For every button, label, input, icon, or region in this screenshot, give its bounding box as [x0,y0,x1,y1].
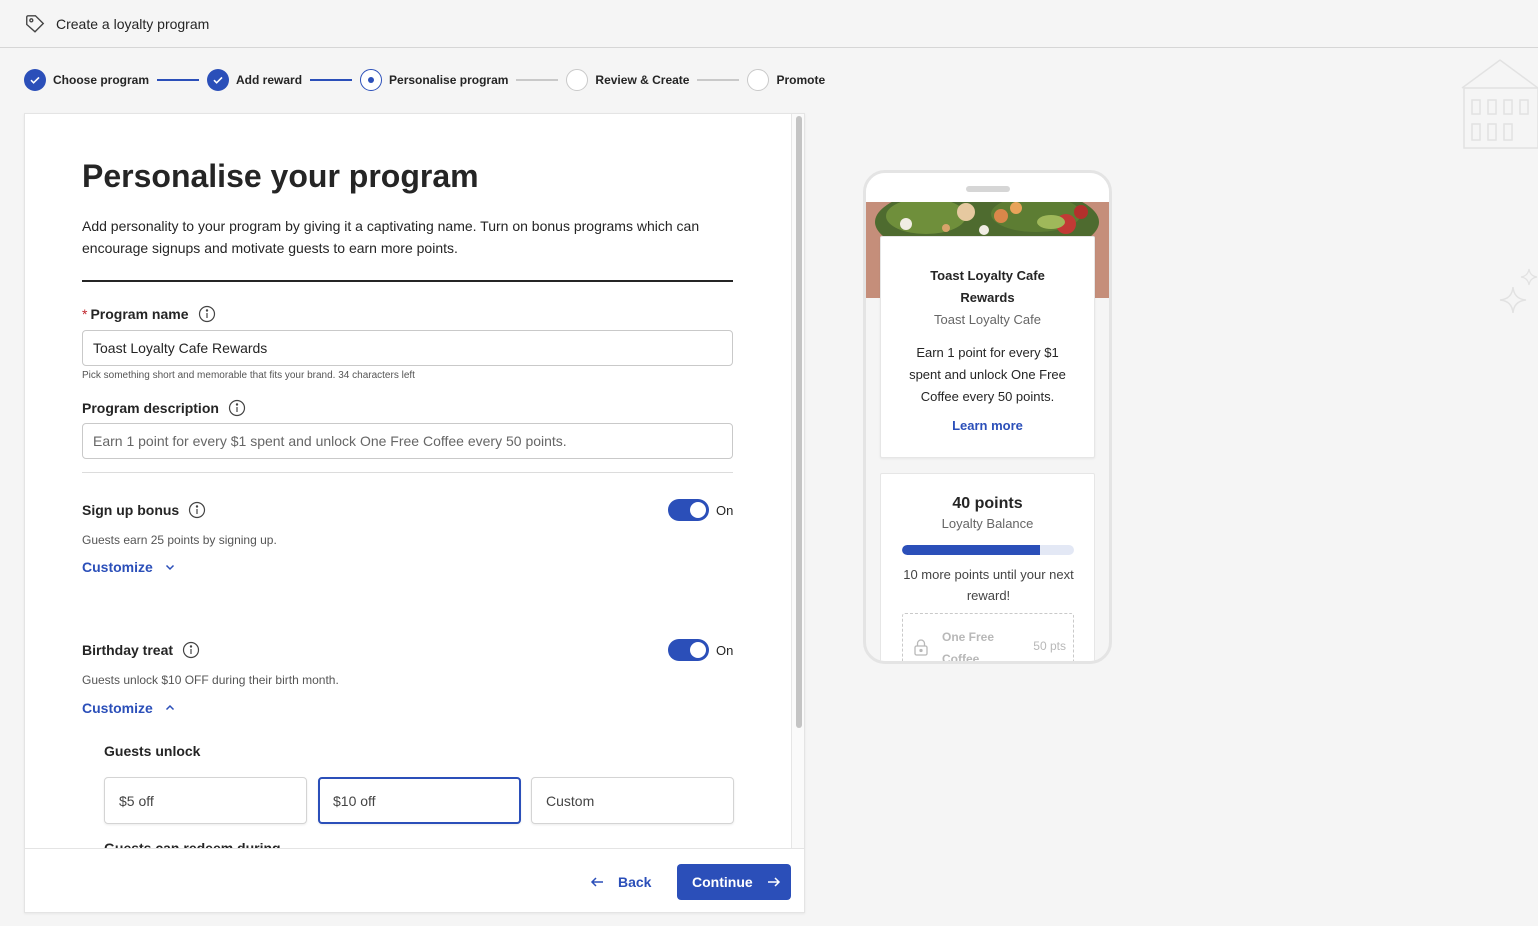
preview-learn-more-link[interactable]: Learn more [881,418,1094,433]
chevron-up-icon [165,704,174,711]
section-divider [82,472,733,473]
program-description-label-text: Program description [82,400,219,416]
preview-balance-card: 40 points Loyalty Balance 10 more points… [880,473,1095,664]
tag-icon [26,14,45,33]
birthday-treat-toggle[interactable] [668,639,709,661]
back-button[interactable]: Back [590,865,651,899]
points-progress-bar [902,545,1074,555]
customize-label: Customize [82,559,153,575]
page-header-title: Create a loyalty program [56,15,210,32]
form-scrollbar[interactable] [791,114,804,848]
signup-bonus-description: Guests earn 25 points by signing up. [82,533,277,547]
phone-notch [966,186,1010,192]
intro-text: Add personality to your program by givin… [82,218,700,256]
step-connector [697,79,740,81]
phone-preview: Toast Loyalty Cafe Rewards Toast Loyalty… [863,170,1112,664]
continue-label: Continue [692,874,753,890]
page-title: Personalise your program [82,158,479,194]
signup-bonus-label: Sign up bonus [82,501,206,519]
birthday-treat-customize-link[interactable]: Customize [82,700,176,716]
preview-progress-text: 10 more points until your next reward! [903,567,1074,603]
birthday-treat-toggle-state: On [716,642,734,658]
preview-reward-points: 50 pts [1033,639,1066,653]
program-description-label: Program description [82,399,246,417]
continue-button[interactable]: Continue [677,864,791,900]
lock-icon [914,639,928,656]
preview-balance-label: Loyalty Balance [941,516,1034,531]
pending-step-icon [747,69,770,91]
step-personalise-program[interactable]: Personalise program [360,69,508,91]
current-step-icon [360,69,383,91]
program-name-label-text: Program name [90,306,189,322]
step-connector [157,79,200,81]
step-review-create[interactable]: Review & Create [566,69,689,91]
points-progress-fill [902,545,1040,555]
check-icon [207,69,230,91]
check-icon [24,69,46,91]
step-label: Add reward [236,73,303,87]
step-label: Choose program [53,73,150,87]
signup-bonus-toggle-group: On [668,499,733,521]
birthday-treat-label-text: Birthday treat [82,642,174,658]
arrow-left-icon [590,877,603,887]
scrollbar-thumb[interactable] [796,116,802,728]
personalise-form-card: Personalise your program Add personality… [24,113,805,913]
preview-cafe-name: Toast Loyalty Cafe [934,312,1041,327]
arrow-right-icon [767,877,780,887]
chevron-down-icon [165,564,174,571]
form-footer: Back Continue [25,848,804,912]
step-promote[interactable]: Promote [747,69,825,91]
program-name-input[interactable] [82,330,733,366]
info-icon[interactable] [188,501,206,519]
step-label: Personalise program [389,73,509,87]
sparkle-icon [1499,286,1527,314]
signup-bonus-toggle[interactable] [668,499,709,521]
preview-description: Earn 1 point for every $1 spent and unlo… [909,345,1066,404]
step-connector [516,79,559,81]
storefront-illustration-icon [1461,59,1538,149]
top-bar: Create a loyalty program [0,0,1538,48]
step-label: Review & Create [595,73,690,87]
step-add-reward[interactable]: Add reward [207,69,302,91]
program-name-hint: Pick something short and memorable that … [82,370,415,381]
customize-label: Customize [82,700,153,716]
required-mark: * [82,306,88,322]
step-choose-program[interactable]: Choose program [24,69,149,91]
step-label: Promote [776,73,826,87]
birthday-treat-toggle-group: On [668,639,733,661]
guests-unlock-label: Guests unlock [104,743,201,759]
back-label: Back [618,874,652,890]
preview-reward-tile: One Free Coffee 50 pts [902,613,1074,664]
info-icon[interactable] [198,305,216,323]
option-10-off[interactable]: $10 off [318,777,521,824]
birthday-treat-label: Birthday treat [82,641,200,659]
signup-bonus-customize-link[interactable]: Customize [82,559,176,575]
step-connector [310,79,353,81]
signup-bonus-toggle-state: On [716,502,734,518]
program-description-input[interactable] [82,423,733,459]
option-custom[interactable]: Custom [531,777,734,824]
preview-reward-name: One Free Coffee [942,630,995,664]
preview-program-card: Toast Loyalty Cafe Rewards Toast Loyalty… [880,236,1095,458]
preview-program-name: Toast Loyalty Cafe Rewards [930,268,1045,305]
preview-balance-points: 40 points [952,495,1023,512]
info-icon[interactable] [228,399,246,417]
option-5-off[interactable]: $5 off [104,777,307,824]
info-icon[interactable] [182,641,200,659]
signup-bonus-label-text: Sign up bonus [82,502,180,518]
progress-stepper: Choose program Add reward Personalise pr… [24,68,825,92]
program-name-label: * Program name [82,305,216,323]
section-divider [82,280,733,282]
birthday-treat-description: Guests unlock $10 OFF during their birth… [82,673,339,687]
sparkle-icon [1520,268,1538,286]
pending-step-icon [566,69,589,91]
